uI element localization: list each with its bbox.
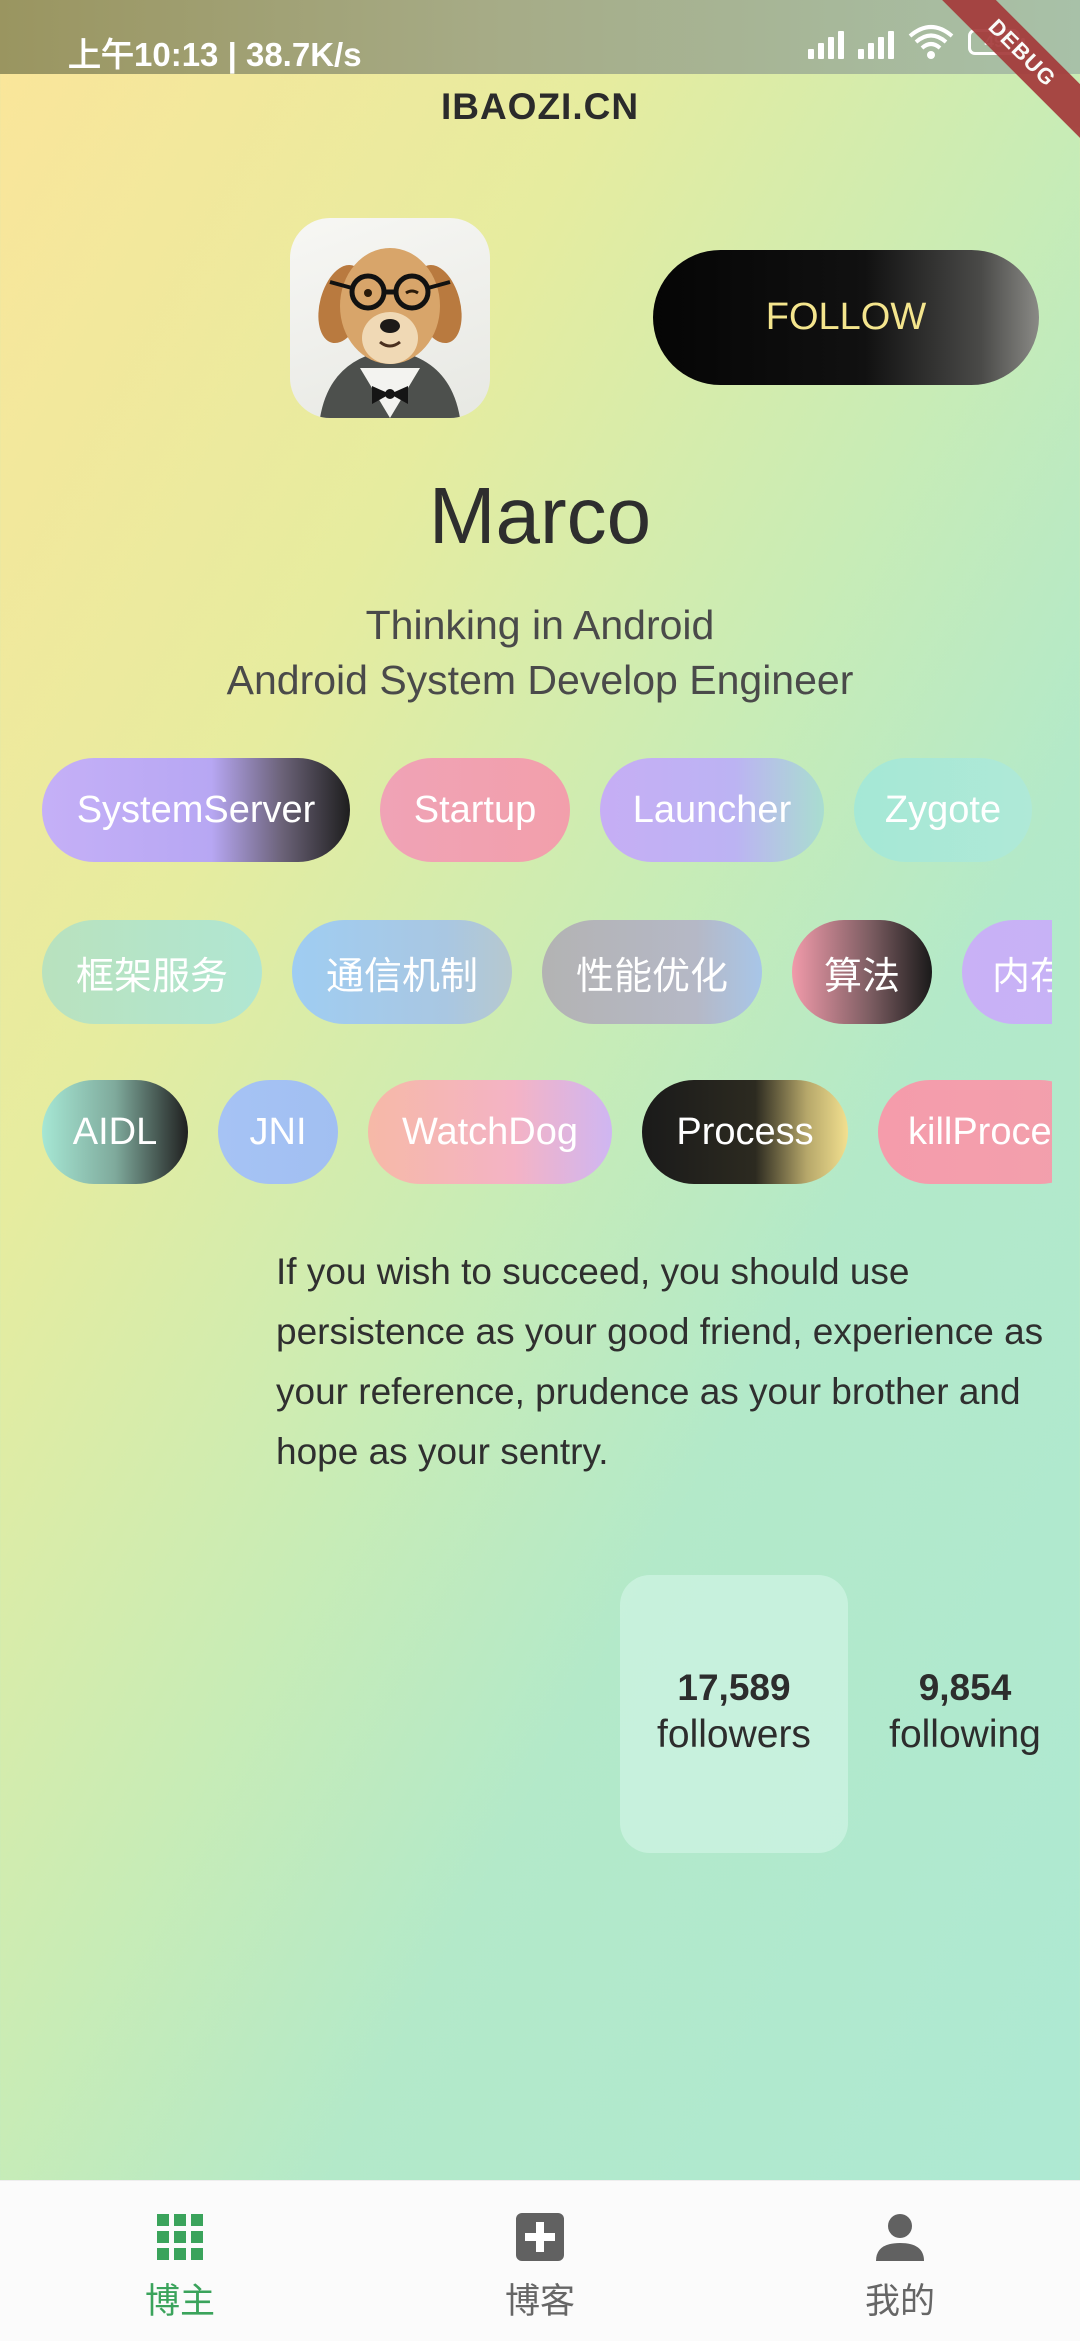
followers-label: followers [657,1713,811,1756]
following-count: 9,854 [918,1667,1012,1708]
status-time-speed: 上午10:13 | 38.7K/s [68,36,362,73]
tag-row-1[interactable]: SystemServer Startup Launcher Zygote [42,758,1052,868]
nav-label-blogger: 博主 [144,2282,215,2322]
nav-label-mine: 我的 [864,2282,935,2322]
tag-chip[interactable]: 通信机制 [292,920,512,1024]
tag-chip[interactable]: AIDL [42,1080,188,1184]
following-stat[interactable]: 9,854 following [855,1665,1075,1759]
tag-row-3[interactable]: AIDL JNI WatchDog Process killProcess [42,1080,1052,1190]
app-title: IBAOZI.CN [440,86,640,127]
subtitle-line-1: Thinking in Android [365,602,715,648]
subtitle-line-2: Android System Develop Engineer [226,657,854,703]
person-icon [876,2214,924,2261]
profile-name: Marco [428,471,652,560]
tag-chip[interactable]: Process [642,1080,848,1184]
tag-chip[interactable]: Launcher [600,758,824,862]
tag-chip[interactable]: 框架服务 [42,920,262,1024]
tag-chip[interactable]: SystemServer [42,758,350,862]
tag-chip[interactable]: 算法 [792,920,932,1024]
signal-icon-2 [858,25,894,59]
follow-button[interactable]: FOLLOW [653,250,1039,385]
followers-count: 17,589 [677,1667,791,1708]
tag-chip[interactable]: Zygote [854,758,1032,862]
status-bar: 上午10:13 | 38.7K/s 49 [0,0,1080,74]
nav-item-mine[interactable]: 我的 [720,2181,1080,2341]
tag-chip[interactable]: killProcess [878,1080,1052,1184]
tag-chip[interactable]: WatchDog [368,1080,612,1184]
wifi-icon [908,25,954,59]
profile-quote: If you wish to succeed, you should use p… [276,1251,1044,1472]
grid-icon [157,2214,203,2260]
avatar[interactable] [290,218,490,418]
signal-icon [808,25,844,59]
following-label: following [889,1713,1041,1756]
tag-chip[interactable]: Startup [380,758,570,862]
tag-chip[interactable]: 性能优化 [542,920,762,1024]
tag-chip[interactable]: JNI [218,1080,338,1184]
dog-avatar-icon [318,248,462,418]
tag-chip[interactable]: 内存 [962,920,1052,1024]
nav-item-blog[interactable]: 博客 [360,2181,720,2341]
profile-subtitle: Thinking in Android Android System Devel… [0,598,1080,708]
nav-label-blog: 博客 [504,2282,575,2322]
followers-stat[interactable]: 17,589 followers [624,1665,844,1759]
plus-box-icon [516,2213,564,2261]
bottom-navigation: 博主 博客 我的 [0,2180,1080,2341]
tag-row-2[interactable]: 框架服务 通信机制 性能优化 算法 内存 [42,920,1052,1030]
nav-item-blogger[interactable]: 博主 [0,2181,360,2341]
